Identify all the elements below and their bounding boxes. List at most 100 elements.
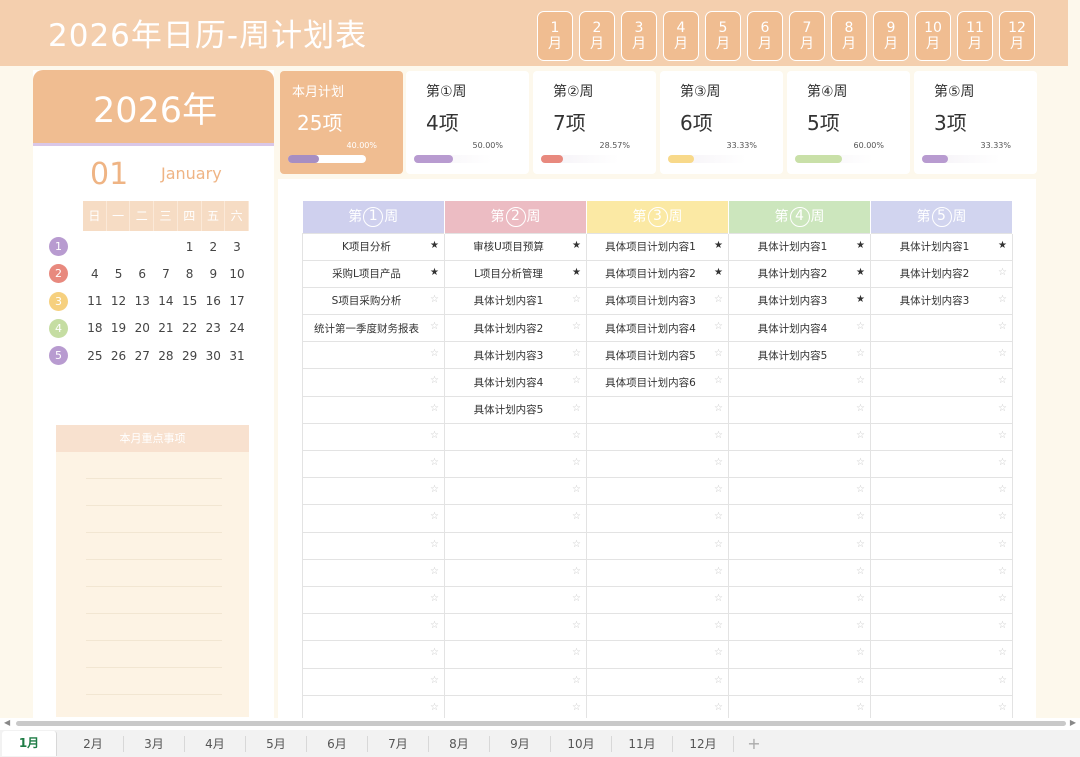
- task-cell[interactable]: ☆: [870, 368, 1013, 397]
- star-outline-icon[interactable]: ☆: [998, 675, 1007, 686]
- task-text[interactable]: 具体计划内容1: [445, 293, 586, 308]
- calendar-day[interactable]: 7: [154, 267, 178, 281]
- add-sheet-icon[interactable]: +: [734, 734, 774, 753]
- task-cell[interactable]: ☆: [870, 558, 1013, 587]
- task-cell[interactable]: ☆: [870, 422, 1013, 452]
- calendar-day[interactable]: 24: [225, 321, 249, 335]
- month-button-9[interactable]: 9月: [873, 11, 909, 61]
- task-cell[interactable]: 具体项目计划内容2 ★: [586, 259, 729, 288]
- task-cell[interactable]: 具体计划内容3 ★: [728, 286, 871, 316]
- task-cell[interactable]: ☆: [444, 449, 587, 479]
- task-cell[interactable]: 具体计划内容1 ★: [870, 232, 1013, 261]
- task-cell[interactable]: ☆: [870, 449, 1013, 479]
- task-cell[interactable]: ☆: [302, 477, 445, 506]
- task-cell[interactable]: ☆: [870, 341, 1013, 370]
- task-cell[interactable]: ☆: [586, 504, 729, 533]
- task-cell[interactable]: ☆: [586, 422, 729, 452]
- star-filled-icon[interactable]: ★: [856, 240, 865, 251]
- star-filled-icon[interactable]: ★: [856, 294, 865, 305]
- star-outline-icon[interactable]: ☆: [714, 566, 723, 577]
- task-cell[interactable]: 具体项目计划内容5 ☆: [586, 341, 729, 370]
- task-cell[interactable]: ☆: [586, 449, 729, 479]
- month-button-7[interactable]: 7月: [789, 11, 825, 61]
- sheet-tab-2[interactable]: 2月: [63, 735, 124, 752]
- star-outline-icon[interactable]: ☆: [714, 430, 723, 441]
- calendar-day[interactable]: 29: [178, 349, 202, 363]
- task-cell[interactable]: ☆: [586, 531, 729, 560]
- star-outline-icon[interactable]: ☆: [998, 458, 1007, 468]
- task-cell[interactable]: ☆: [586, 640, 729, 669]
- task-cell[interactable]: ☆: [870, 504, 1013, 533]
- star-outline-icon[interactable]: ☆: [430, 675, 439, 686]
- task-cell[interactable]: 具体计划内容3 ☆: [444, 341, 587, 370]
- star-outline-icon[interactable]: ☆: [998, 621, 1007, 631]
- calendar-day[interactable]: 1: [178, 240, 202, 254]
- star-outline-icon[interactable]: ☆: [714, 675, 723, 686]
- calendar-day[interactable]: 30: [201, 349, 225, 363]
- star-outline-icon[interactable]: ☆: [572, 675, 581, 686]
- task-cell[interactable]: ☆: [586, 613, 729, 642]
- star-outline-icon[interactable]: ☆: [998, 430, 1007, 441]
- task-cell[interactable]: 具体计划内容3 ☆: [870, 286, 1013, 316]
- task-cell[interactable]: 具体计划内容5 ☆: [728, 341, 871, 370]
- star-outline-icon[interactable]: ☆: [572, 621, 581, 631]
- month-button-4[interactable]: 4月: [663, 11, 699, 61]
- calendar-day[interactable]: 26: [107, 349, 131, 363]
- star-outline-icon[interactable]: ☆: [572, 430, 581, 441]
- calendar-day[interactable]: 5: [107, 267, 131, 281]
- task-cell[interactable]: ☆: [302, 422, 445, 452]
- task-cell[interactable]: ☆: [870, 667, 1013, 696]
- task-text[interactable]: 采购L项目产品: [303, 266, 444, 281]
- sheet-tab-9[interactable]: 9月: [490, 735, 551, 752]
- task-text[interactable]: 具体项目计划内容6: [587, 375, 728, 390]
- task-cell[interactable]: ☆: [728, 368, 871, 397]
- task-cell[interactable]: 具体项目计划内容3 ☆: [586, 286, 729, 316]
- star-outline-icon[interactable]: ☆: [430, 403, 439, 414]
- week-number-badge[interactable]: 3: [49, 291, 68, 311]
- week-number-badge[interactable]: 5: [49, 346, 68, 366]
- sheet-tab-4[interactable]: 4月: [185, 735, 246, 752]
- month-button-1[interactable]: 1月: [537, 11, 573, 61]
- star-outline-icon[interactable]: ☆: [430, 458, 439, 468]
- calendar-day[interactable]: 21: [154, 321, 178, 335]
- task-cell[interactable]: ☆: [586, 395, 729, 424]
- calendar-day[interactable]: 20: [130, 321, 154, 335]
- month-button-2[interactable]: 2月: [579, 11, 615, 61]
- star-outline-icon[interactable]: ☆: [572, 593, 581, 604]
- task-text[interactable]: 统计第一季度财务报表: [303, 321, 444, 336]
- task-text[interactable]: 具体计划内容2: [871, 266, 1012, 281]
- task-cell[interactable]: K项目分析 ★: [302, 232, 445, 261]
- task-cell[interactable]: ☆: [728, 449, 871, 479]
- task-cell[interactable]: 具体计划内容2 ☆: [444, 314, 587, 343]
- task-cell[interactable]: 具体计划内容4 ☆: [444, 368, 587, 397]
- sheet-tab-5[interactable]: 5月: [246, 735, 307, 752]
- star-outline-icon[interactable]: ☆: [998, 539, 1007, 550]
- task-cell[interactable]: L项目分析管理 ★: [444, 259, 587, 288]
- task-text[interactable]: 具体计划内容1: [729, 239, 870, 254]
- task-cell[interactable]: ☆: [870, 314, 1013, 343]
- task-cell[interactable]: ☆: [728, 477, 871, 506]
- task-cell[interactable]: ☆: [302, 667, 445, 696]
- task-cell[interactable]: ☆: [870, 531, 1013, 560]
- task-cell[interactable]: ☆: [302, 341, 445, 370]
- star-outline-icon[interactable]: ☆: [998, 403, 1007, 414]
- task-cell[interactable]: ☆: [870, 613, 1013, 642]
- task-text[interactable]: 具体计划内容1: [871, 239, 1012, 254]
- star-outline-icon[interactable]: ☆: [998, 376, 1007, 386]
- task-cell[interactable]: ☆: [870, 395, 1013, 424]
- star-outline-icon[interactable]: ☆: [572, 702, 581, 713]
- week-number-badge[interactable]: 2: [49, 264, 68, 284]
- task-text[interactable]: 具体项目计划内容5: [587, 348, 728, 363]
- task-cell[interactable]: ☆: [444, 613, 587, 642]
- star-outline-icon[interactable]: ☆: [430, 376, 439, 386]
- star-outline-icon[interactable]: ☆: [572, 458, 581, 468]
- star-outline-icon[interactable]: ☆: [714, 593, 723, 604]
- calendar-day[interactable]: 14: [154, 294, 178, 308]
- task-cell[interactable]: 具体计划内容2 ☆: [870, 259, 1013, 288]
- calendar-day[interactable]: 25: [83, 349, 107, 363]
- star-outline-icon[interactable]: ☆: [998, 322, 1007, 332]
- task-text[interactable]: 具体计划内容2: [445, 321, 586, 336]
- star-outline-icon[interactable]: ☆: [572, 322, 581, 332]
- star-outline-icon[interactable]: ☆: [714, 512, 723, 522]
- star-outline-icon[interactable]: ☆: [856, 458, 865, 468]
